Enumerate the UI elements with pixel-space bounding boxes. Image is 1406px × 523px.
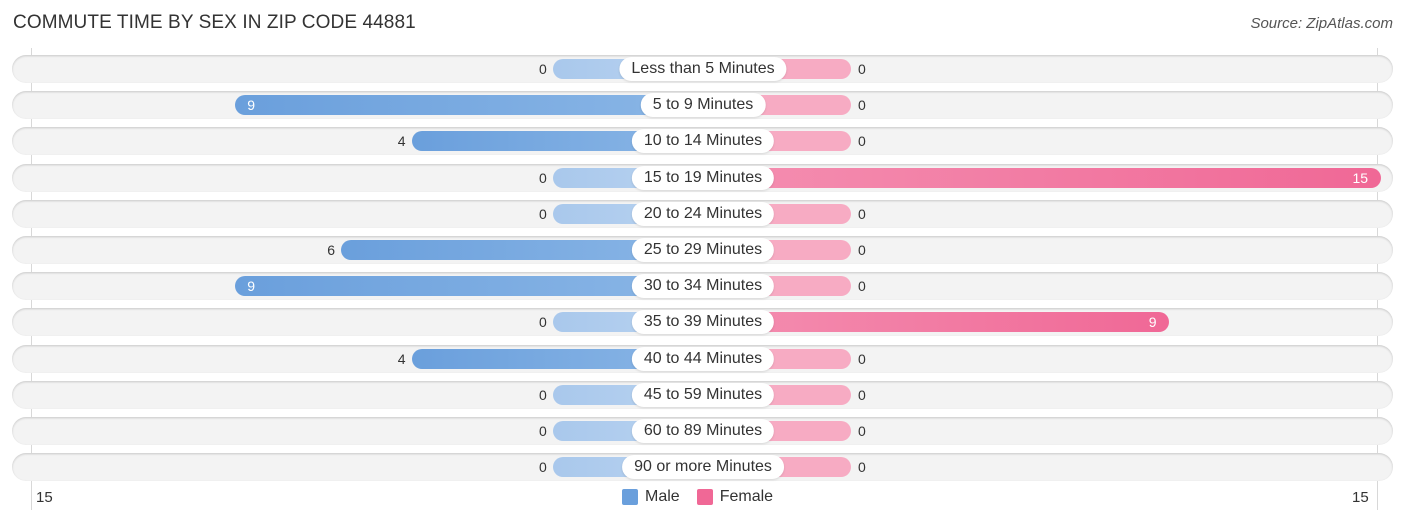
source-label: Source: ZipAtlas.com	[1250, 15, 1393, 32]
value-label-male: 0	[539, 459, 547, 476]
axis-label-right: 15	[1352, 489, 1369, 506]
category-label: 45 to 59 Minutes	[631, 382, 775, 407]
legend-item-female: Female	[696, 488, 774, 506]
category-label: 10 to 14 Minutes	[631, 129, 775, 154]
value-label-male: 0	[539, 386, 547, 403]
value-label-female: 0	[858, 278, 866, 295]
value-label-male: 4	[397, 133, 406, 150]
category-label: 25 to 29 Minutes	[631, 238, 775, 262]
value-label-female: 9	[1148, 314, 1157, 331]
value-label-female: 15	[1352, 169, 1369, 186]
category-label: 20 to 24 Minutes	[631, 201, 775, 226]
value-label-male: 9	[247, 97, 256, 114]
legend-swatch-male	[622, 489, 638, 505]
legend-item-male: Male	[622, 488, 680, 506]
value-label-male: 4	[397, 350, 406, 367]
axis-label-left: 15	[36, 489, 53, 506]
value-label-male: 6	[327, 242, 335, 258]
legend-label-female: Female	[719, 488, 774, 505]
category-label: 5 to 9 Minutes	[640, 93, 766, 118]
value-label-male: 0	[539, 205, 547, 222]
value-label-female: 0	[858, 386, 866, 403]
legend: Male Female	[622, 488, 790, 506]
category-label: 15 to 19 Minutes	[631, 165, 775, 190]
bar-female	[703, 167, 1381, 188]
value-label-male: 0	[539, 61, 547, 77]
value-label-male: 9	[247, 278, 256, 295]
value-label-female: 0	[858, 205, 866, 222]
value-label-female: 0	[858, 459, 866, 476]
category-label: 30 to 34 Minutes	[631, 274, 775, 299]
chart-title: COMMUTE TIME BY SEX IN ZIP CODE 44881	[13, 12, 416, 33]
value-label-female: 0	[858, 242, 866, 258]
category-label: 90 or more Minutes	[622, 455, 784, 480]
value-label-female: 0	[858, 423, 866, 439]
bar-male	[235, 95, 703, 116]
category-label: 60 to 89 Minutes	[631, 419, 775, 443]
value-label-female: 0	[858, 61, 866, 77]
category-label: 40 to 44 Minutes	[631, 346, 775, 371]
category-label: Less than 5 Minutes	[619, 57, 787, 81]
value-label-female: 0	[858, 350, 866, 367]
value-label-male: 0	[539, 314, 547, 331]
value-label-male: 0	[539, 169, 547, 186]
value-label-female: 0	[858, 97, 866, 114]
category-label: 35 to 39 Minutes	[631, 310, 775, 335]
value-label-male: 0	[539, 423, 547, 439]
legend-label-male: Male	[645, 488, 680, 505]
legend-swatch-female	[696, 489, 713, 505]
value-label-female: 0	[858, 133, 866, 150]
